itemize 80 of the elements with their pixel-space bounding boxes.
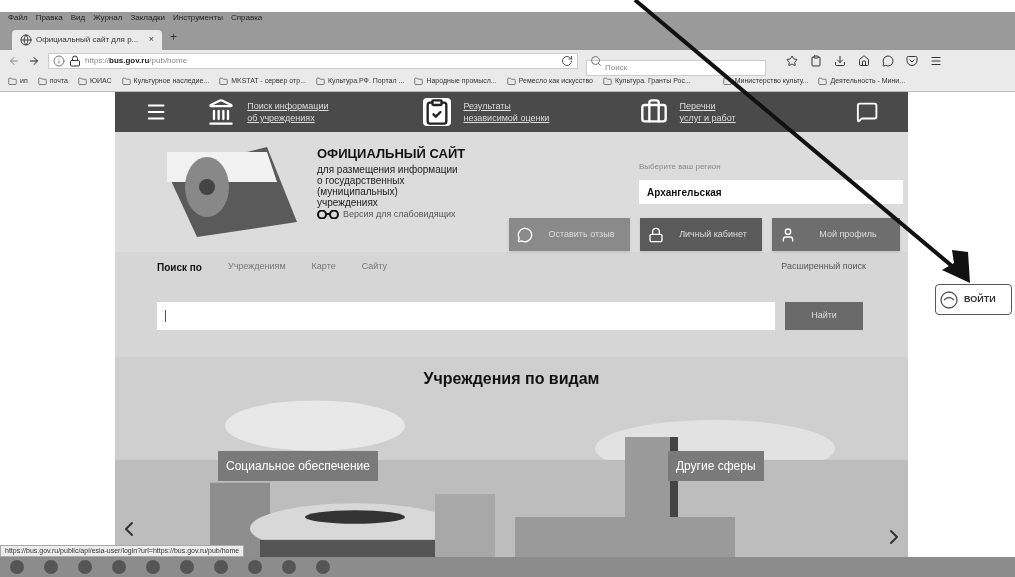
search-by-label: Поиск по <box>157 260 202 275</box>
section-title: Учреждения по видам <box>423 369 600 389</box>
taskbar-app-icon[interactable] <box>282 560 296 574</box>
clipboard-icon[interactable] <box>810 55 822 67</box>
new-tab-button[interactable]: + <box>170 28 177 46</box>
low-vision-link[interactable]: Версия для слабовидящих <box>317 207 497 221</box>
region-select[interactable]: Архангельская <box>639 180 903 204</box>
site-subtitle-line: для размещения информации <box>317 163 459 175</box>
tab-title: Официальный сайт для р... <box>36 34 139 46</box>
menu-item[interactable]: Файл <box>8 14 28 22</box>
nav-link[interactable]: Результаты независимой оценки <box>463 100 550 124</box>
help-icon[interactable] <box>855 100 878 124</box>
folder-icon <box>77 77 87 86</box>
taskbar-app-icon[interactable] <box>180 560 194 574</box>
taskbar-app-icon[interactable] <box>112 560 126 574</box>
building-icon <box>207 98 236 126</box>
address-bar[interactable]: https://bus.gov.ru/pub/home <box>48 53 578 69</box>
clipboard-check-icon <box>423 98 452 126</box>
taskbar-app-icon[interactable] <box>248 560 262 574</box>
briefcase-icon <box>639 98 668 126</box>
search-field[interactable]: Поиск <box>586 59 766 76</box>
advanced-search-link[interactable]: Расширенный поиск <box>781 260 866 274</box>
text-cursor <box>165 310 166 322</box>
lock-icon <box>69 55 81 67</box>
search-input[interactable] <box>157 302 775 330</box>
user-icon <box>780 226 796 243</box>
site-subtitle-line: (муниципальных) <box>317 185 398 197</box>
chat-icon[interactable] <box>882 55 894 67</box>
category-label[interactable]: Социальное обеспечение <box>218 451 378 481</box>
info-icon <box>53 55 65 67</box>
taskbar-app-icon[interactable] <box>214 560 228 574</box>
menu-item[interactable]: Правка <box>35 14 63 22</box>
folder-icon <box>316 77 325 86</box>
folder-icon <box>121 77 131 86</box>
site-icon <box>20 34 32 46</box>
region-label: Выберите ваш регион <box>639 162 721 171</box>
taskbar-app-icon[interactable] <box>146 560 160 574</box>
glasses-icon <box>317 209 339 219</box>
folder-icon <box>414 77 424 86</box>
folder-icon <box>219 77 229 86</box>
folder-icon <box>602 77 612 86</box>
folder-icon <box>506 77 516 86</box>
download-icon[interactable] <box>834 55 846 67</box>
menu-item[interactable]: Закладки <box>130 14 165 22</box>
logo-icon <box>940 290 958 309</box>
taskbar-app-icon[interactable] <box>78 560 92 574</box>
menu-item[interactable]: Журнал <box>93 14 123 22</box>
taskbar-app-icon[interactable] <box>10 560 24 574</box>
menu-item[interactable]: Инструменты <box>173 14 223 22</box>
speech-bubble-icon <box>517 226 533 243</box>
nav-link[interactable]: Перечни услуг и работ <box>679 100 736 124</box>
folder-icon <box>8 77 17 86</box>
back-icon[interactable] <box>8 55 20 67</box>
folder-icon <box>722 77 732 86</box>
reload-icon[interactable] <box>561 55 573 67</box>
search-icon <box>590 55 602 67</box>
pocket-icon[interactable] <box>906 55 918 67</box>
forward-icon[interactable] <box>28 55 40 67</box>
home-icon[interactable] <box>858 55 870 67</box>
search-button[interactable]: Найти <box>785 302 863 330</box>
folder-icon <box>37 77 47 86</box>
category-label[interactable]: Другие сферы <box>667 451 764 481</box>
taskbar-app-icon[interactable] <box>44 560 58 574</box>
star-icon[interactable] <box>786 55 798 67</box>
site-subtitle-line: учреждениях <box>317 196 378 208</box>
action-button[interactable]: Личный кабинет <box>640 218 762 251</box>
taskbar-app-icon[interactable] <box>316 560 330 574</box>
menu-item[interactable]: Вид <box>70 14 86 22</box>
url-text: https://bus.gov.ru/pub/home <box>85 55 188 67</box>
site-subtitle-line: о государственных <box>317 174 405 186</box>
lock-icon <box>648 226 664 243</box>
site-title: ОФИЦИАЛЬНЫЙ САЙТ <box>317 145 467 163</box>
login-button[interactable]: ВОЙТИ <box>935 284 1012 315</box>
menu-icon[interactable] <box>930 55 942 67</box>
action-button[interactable]: Мой профиль <box>772 218 900 251</box>
close-tab-button[interactable]: × <box>148 33 154 47</box>
menu-item[interactable]: Справка <box>230 14 263 22</box>
browser-tab[interactable]: Официальный сайт для р... × <box>12 30 162 50</box>
folder-icon <box>818 77 828 86</box>
nav-link[interactable]: Поиск информации об учреждениях <box>247 100 329 124</box>
